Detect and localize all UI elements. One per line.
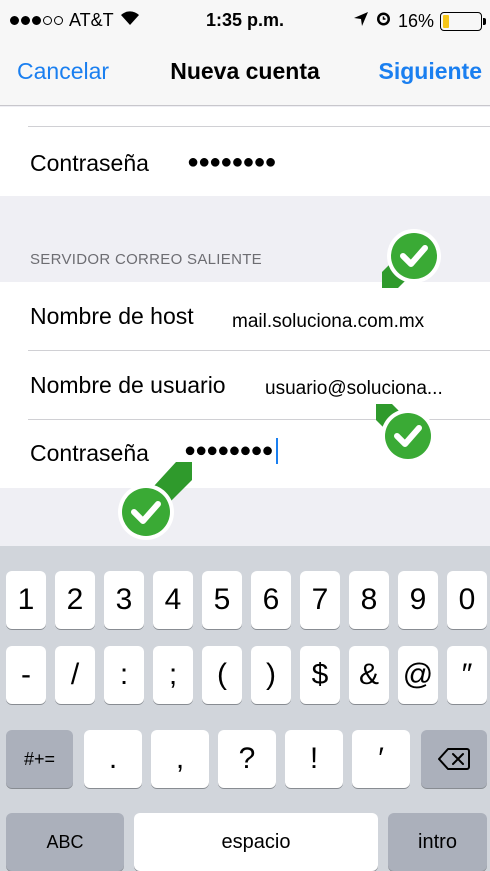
check-badge-icon — [118, 462, 192, 540]
host-label: Nombre de host — [30, 303, 194, 329]
key-at[interactable]: @ — [398, 646, 438, 704]
backspace-icon — [438, 748, 470, 770]
outgoing-section-header: SERVIDOR CORREO SALIENTE — [30, 251, 262, 268]
outgoing-password-dots: ●●●●●●●● — [184, 439, 274, 462]
battery-percent: 16% — [397, 10, 434, 31]
return-key[interactable]: intro — [388, 813, 487, 871]
host-row[interactable]: Nombre de host mail.soluciona.com.mx — [0, 282, 490, 351]
outgoing-password-field[interactable]: ●●●●●●●● — [184, 438, 278, 464]
location-arrow-icon — [353, 11, 369, 32]
incoming-server-group: Contraseña ●●●●●●●● — [0, 107, 490, 196]
key-4[interactable]: 4 — [153, 571, 193, 629]
key-close-paren[interactable]: ) — [251, 646, 291, 704]
key-open-paren[interactable]: ( — [202, 646, 242, 704]
battery-icon — [440, 11, 486, 31]
key-1[interactable]: 1 — [6, 571, 46, 629]
key-9[interactable]: 9 — [398, 571, 438, 629]
next-button[interactable]: Siguiente — [378, 58, 482, 85]
status-bar: AT&T 1:35 p.m. 16% — [0, 0, 490, 40]
key-7[interactable]: 7 — [300, 571, 340, 629]
key-5[interactable]: 5 — [202, 571, 242, 629]
incoming-password-field[interactable]: ●●●●●●●● — [187, 151, 277, 174]
username-label: Nombre de usuario — [30, 372, 226, 398]
key-slash[interactable]: / — [55, 646, 95, 704]
delete-key[interactable] — [421, 730, 487, 788]
symbols-toggle-key[interactable]: #+= — [6, 730, 73, 788]
incoming-password-label: Contraseña — [30, 150, 149, 176]
username-field[interactable]: usuario@soluciona... — [265, 378, 443, 400]
key-dollar[interactable]: $ — [300, 646, 340, 704]
key-quote[interactable]: ″ — [447, 646, 487, 704]
abc-key[interactable]: ABC — [6, 813, 124, 871]
numeric-keyboard: 1 2 3 4 5 6 7 8 9 0 - / : ; ( ) $ & @ ″ … — [0, 546, 490, 871]
incoming-password-row[interactable]: Contraseña ●●●●●●●● — [0, 127, 490, 196]
key-ampersand[interactable]: & — [349, 646, 389, 704]
check-badge-icon — [376, 404, 435, 463]
battery-level — [443, 14, 449, 28]
key-hyphen[interactable]: - — [6, 646, 46, 704]
key-exclamation[interactable]: ! — [285, 730, 343, 788]
key-3[interactable]: 3 — [104, 571, 144, 629]
alarm-clock-icon — [375, 10, 392, 32]
check-badge-icon — [382, 229, 441, 288]
key-semicolon[interactable]: ; — [153, 646, 193, 704]
key-2[interactable]: 2 — [55, 571, 95, 629]
key-colon[interactable]: : — [104, 646, 144, 704]
host-field[interactable]: mail.soluciona.com.mx — [232, 311, 424, 333]
row-above-cut — [0, 107, 490, 127]
key-comma[interactable]: , — [151, 730, 209, 788]
space-key[interactable]: espacio — [134, 813, 378, 871]
key-apostrophe[interactable]: ′ — [352, 730, 410, 788]
key-6[interactable]: 6 — [251, 571, 291, 629]
navigation-bar: Cancelar Nueva cuenta Siguiente — [0, 40, 490, 106]
text-cursor — [275, 438, 278, 464]
cancel-button[interactable]: Cancelar — [17, 58, 109, 85]
key-period[interactable]: . — [84, 730, 142, 788]
key-8[interactable]: 8 — [349, 571, 389, 629]
status-right: 16% — [353, 10, 486, 32]
key-question[interactable]: ? — [218, 730, 276, 788]
key-0[interactable]: 0 — [447, 571, 487, 629]
